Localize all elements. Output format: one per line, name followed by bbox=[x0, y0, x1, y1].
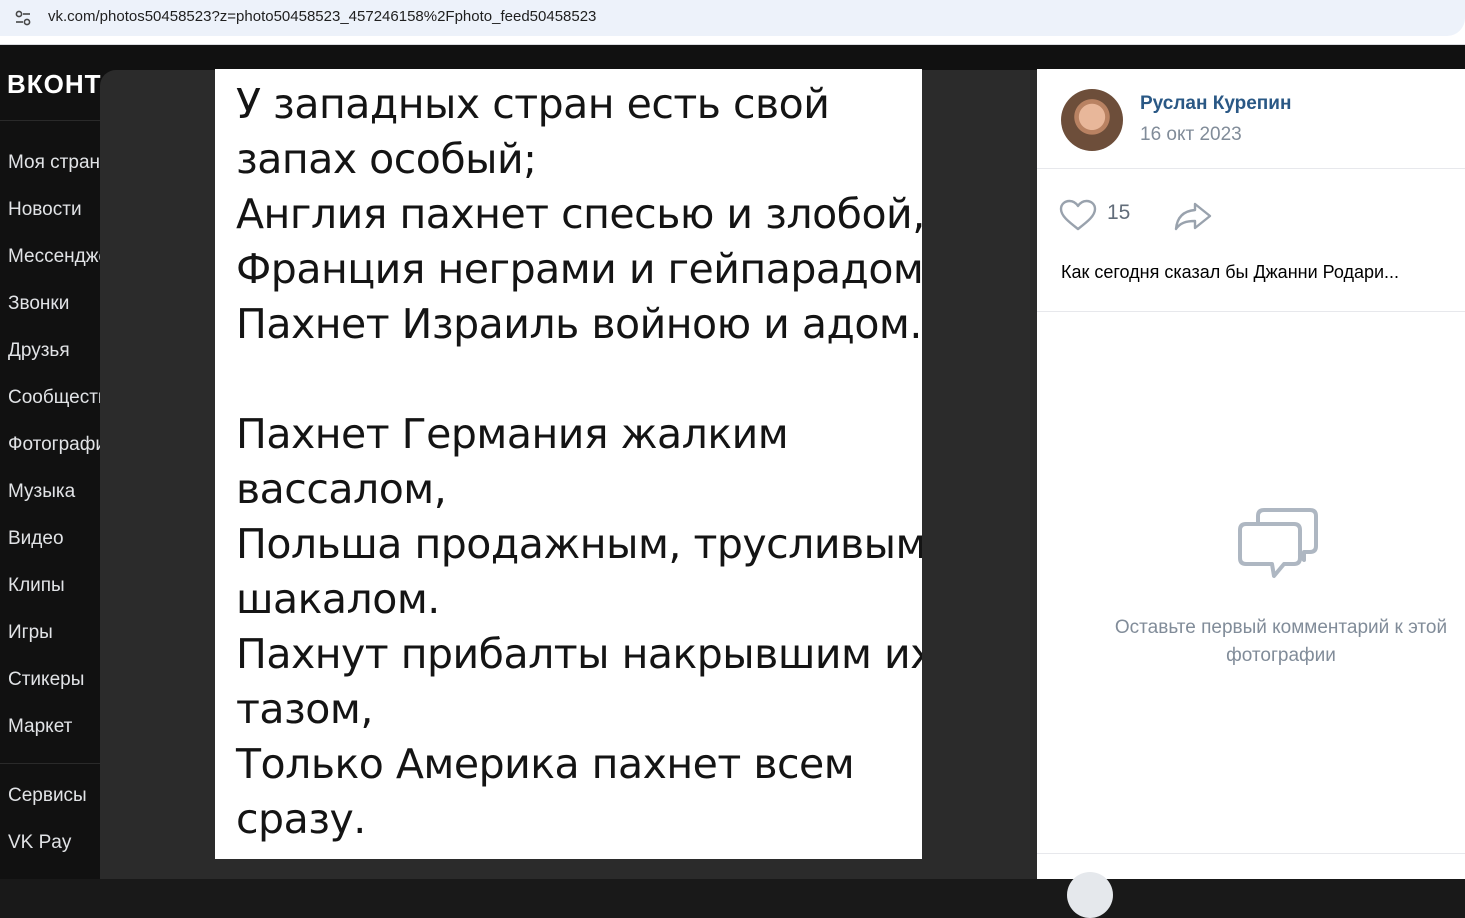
author-name[interactable]: Руслан Курепин bbox=[1140, 93, 1291, 115]
share-button[interactable] bbox=[1173, 197, 1213, 233]
like-button[interactable]: 15 bbox=[1059, 197, 1149, 233]
vk-logo[interactable]: ВКОНТАКТЕ bbox=[7, 69, 102, 100]
poem-line: Польша продажным, трусливым bbox=[236, 520, 922, 568]
poem-line: Пахнет Израиль войною и адом. bbox=[236, 300, 922, 348]
nav-item-market[interactable]: Маркет bbox=[0, 709, 100, 756]
photo-viewer-overlay[interactable]: У западных стран есть свой запах особый;… bbox=[100, 69, 1465, 918]
share-arrow-icon bbox=[1173, 201, 1213, 236]
url-text[interactable]: vk.com/photos50458523?z=photo50458523_45… bbox=[48, 8, 596, 26]
left-nav: Моя страница Новости Мессенджер Звонки Д… bbox=[0, 145, 100, 872]
tune-icon[interactable] bbox=[13, 8, 33, 28]
poem-line: Англия пахнет спесью и злобой, bbox=[236, 190, 922, 238]
nav-item-vk-pay[interactable]: VK Pay bbox=[0, 825, 100, 872]
panel-divider bbox=[1037, 168, 1465, 169]
heart-icon bbox=[1059, 199, 1097, 236]
poem-line: Только Америка пахнет всем bbox=[236, 740, 855, 788]
header-divider bbox=[0, 120, 100, 121]
post-date[interactable]: 16 окт 2023 bbox=[1140, 124, 1242, 146]
comments-empty-hint: Оставьте первый комментарий к этой фотог… bbox=[1114, 617, 1448, 666]
nav-item-news[interactable]: Новости bbox=[0, 192, 100, 239]
nav-item-music[interactable]: Музыка bbox=[0, 474, 100, 521]
poem-line: вассалом, bbox=[236, 465, 447, 513]
poem-line: сразу. bbox=[236, 795, 366, 843]
nav-item-messenger[interactable]: Мессенджер bbox=[0, 239, 100, 286]
nav-item-photos[interactable]: Фотографии bbox=[0, 427, 100, 474]
comments-icon bbox=[1236, 502, 1320, 582]
like-count: 15 bbox=[1107, 201, 1131, 224]
nav-item-calls[interactable]: Звонки bbox=[0, 286, 100, 333]
avatar[interactable] bbox=[1061, 89, 1123, 151]
poem-line: Пахнут прибалты накрывшим их bbox=[236, 630, 922, 678]
panel-divider bbox=[1037, 853, 1465, 854]
poem-line: тазом, bbox=[236, 685, 373, 733]
vk-page: ВКОНТАКТЕ Моя страница Новости Мессендже… bbox=[0, 45, 1465, 918]
nav-item-clips[interactable]: Клипы bbox=[0, 568, 100, 615]
nav-item-my-page[interactable]: Моя страница bbox=[0, 145, 100, 192]
poem-line: запах особый; bbox=[236, 135, 537, 183]
nav-item-games[interactable]: Игры bbox=[0, 615, 100, 662]
nav-divider bbox=[0, 763, 100, 764]
poem-line: шакалом. bbox=[236, 575, 440, 623]
nav-item-friends[interactable]: Друзья bbox=[0, 333, 100, 380]
poem-line: У западных стран есть свой bbox=[236, 80, 830, 128]
photo-image[interactable]: У западных стран есть свой запах особый;… bbox=[215, 69, 922, 859]
nav-item-communities[interactable]: Сообщества bbox=[0, 380, 100, 427]
nav-item-services[interactable]: Сервисы bbox=[0, 778, 100, 825]
poem-line: Пахнет Германия жалким bbox=[236, 410, 789, 458]
nav-item-video[interactable]: Видео bbox=[0, 521, 100, 568]
nav-item-stickers[interactable]: Стикеры bbox=[0, 662, 100, 709]
panel-divider bbox=[1037, 311, 1465, 312]
post-caption: Как сегодня сказал бы Джанни Родари... bbox=[1061, 262, 1400, 282]
address-bar[interactable]: vk.com/photos50458523?z=photo50458523_45… bbox=[0, 0, 1465, 36]
photo-side-panel: Руслан Курепин 16 окт 2023 15 Как сегодн… bbox=[1037, 69, 1465, 918]
browser-toolbar: vk.com/photos50458523?z=photo50458523_45… bbox=[0, 0, 1465, 45]
poem-line: Франция неграми и гейпарадом, bbox=[236, 245, 922, 293]
